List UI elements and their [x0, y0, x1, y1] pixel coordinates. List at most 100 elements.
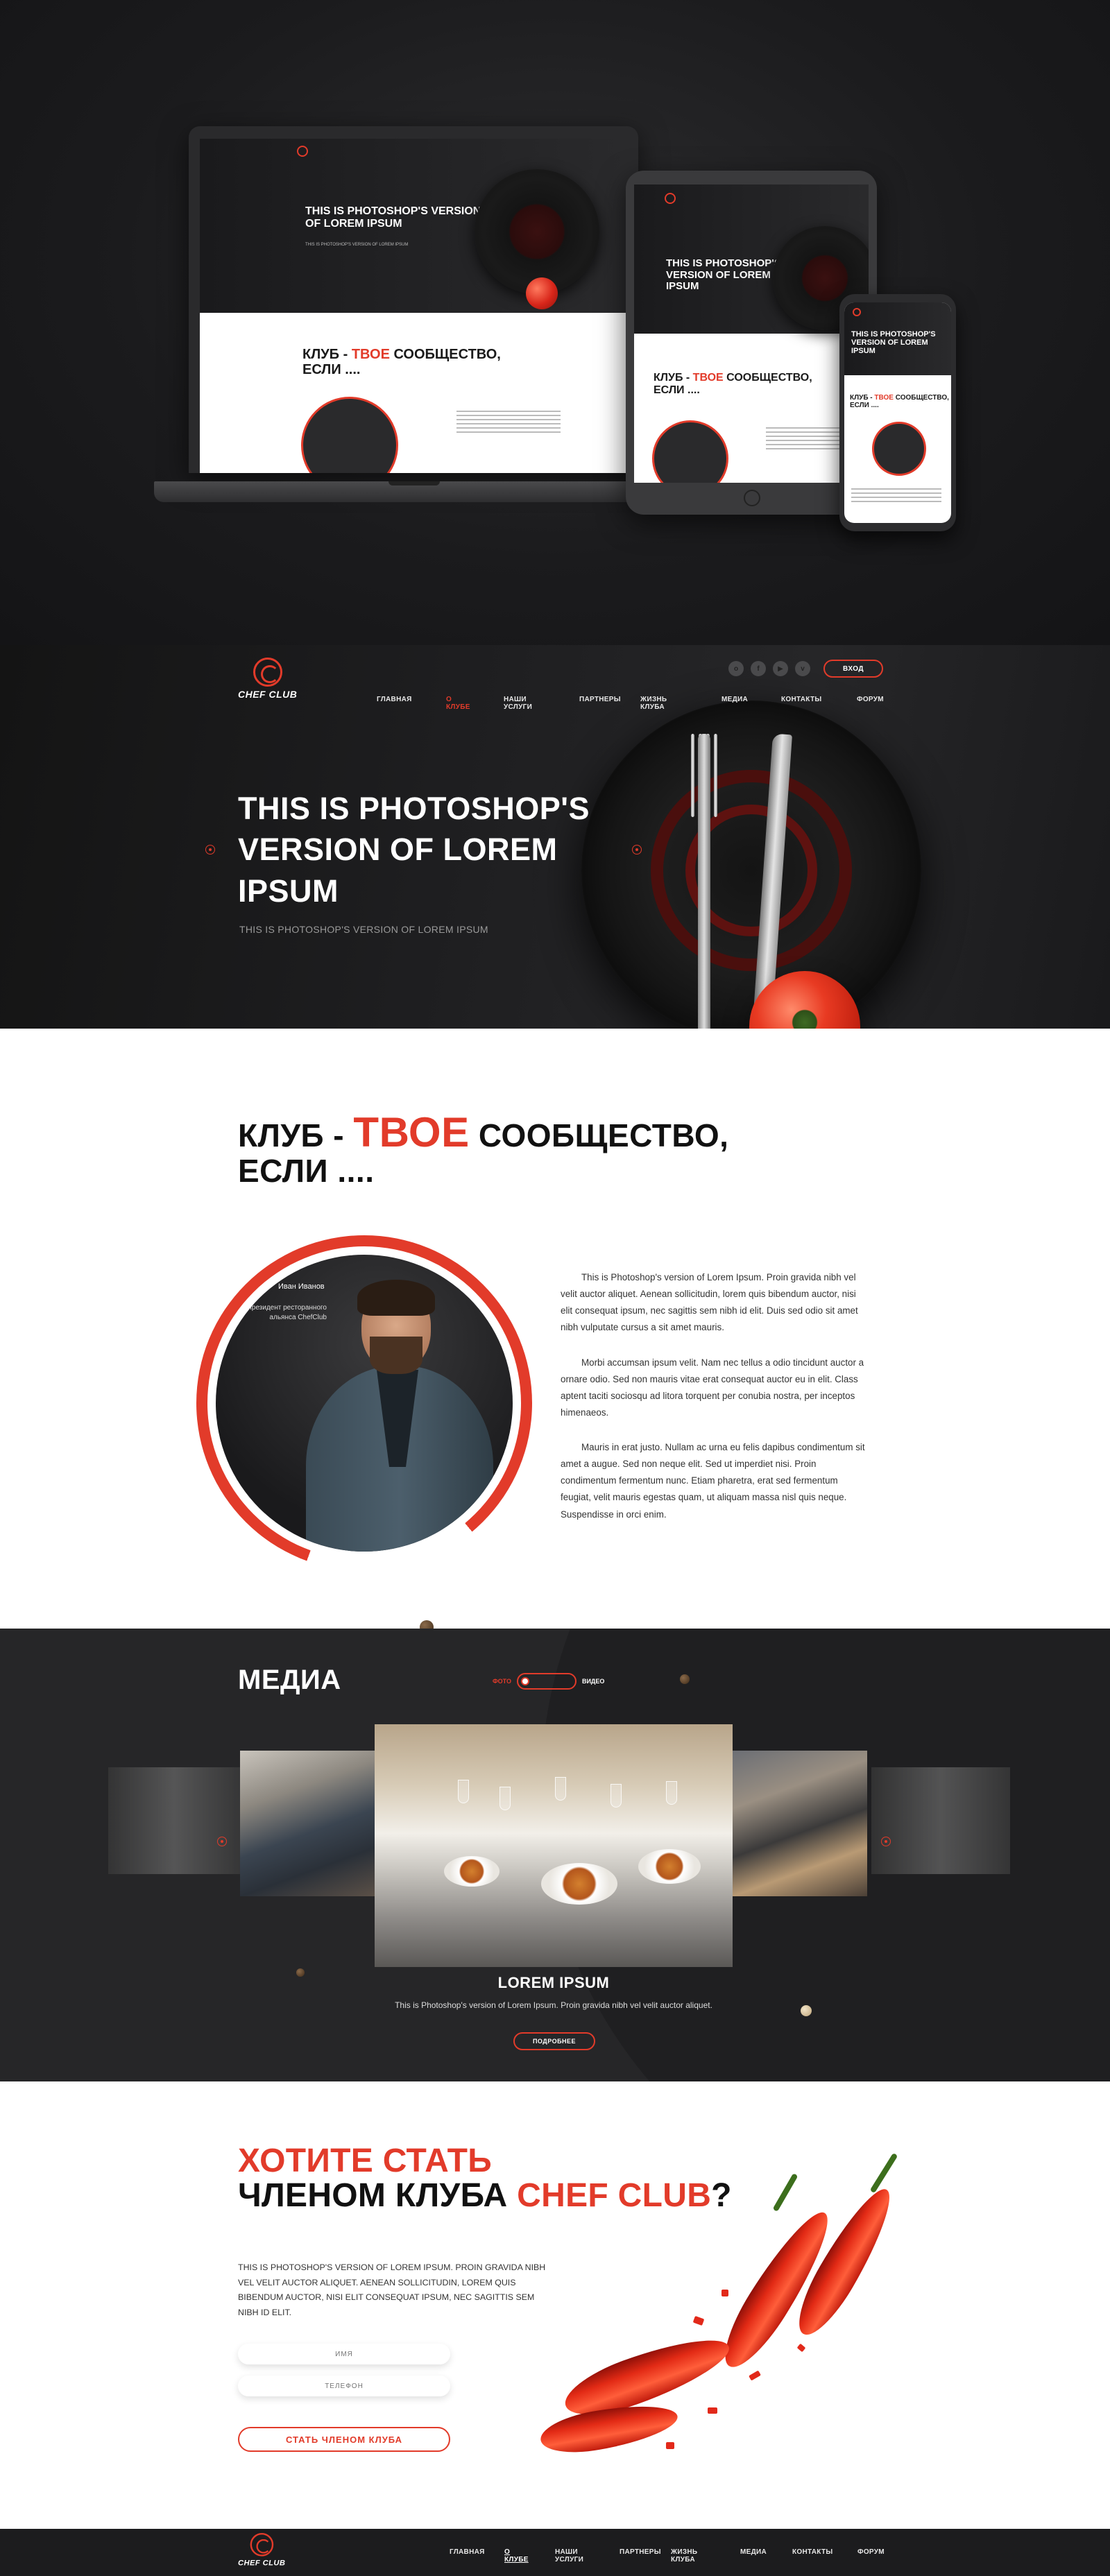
logo-icon	[253, 658, 282, 687]
laptop-logo-icon	[297, 146, 308, 157]
nav-item-forum[interactable]: ФОРУМ	[857, 696, 884, 703]
join-title-line1: ХОТИТЕ СТАТЬ	[238, 2143, 493, 2179]
media-caption-title: LOREM IPSUM	[497, 1974, 610, 1991]
name-input[interactable]	[238, 2344, 450, 2364]
phone-logo-icon	[853, 308, 861, 316]
person-beard	[370, 1337, 422, 1374]
tablet-home-button	[744, 490, 760, 506]
about-title-highlight: ТВОЕ	[353, 1109, 470, 1156]
footer-nav-about[interactable]: О КЛУБЕ	[504, 2548, 529, 2564]
media-title: МЕДИА	[238, 1665, 341, 1695]
about-title: КЛУБ - ТВОЕ СООБЩЕСТВО, ЕСЛИ ....	[238, 1110, 728, 1187]
laptop-tomato-image	[526, 277, 558, 309]
footer-nav-forum[interactable]: ФОРУМ	[857, 2548, 885, 2556]
footer-nav-media[interactable]: МЕДИА	[740, 2548, 767, 2556]
nav-item-club-life[interactable]: ЖИЗНЬ КЛУБА	[640, 696, 667, 711]
slider-next-button[interactable]	[632, 845, 642, 855]
toggle-knob	[520, 1677, 529, 1685]
more-button[interactable]: ПОДРОБНЕЕ	[513, 2032, 595, 2050]
footer-nav-partners[interactable]: ПАРТНЕРЫ	[620, 2548, 661, 2556]
fork-handle	[698, 734, 710, 1029]
footer-nav-contacts[interactable]: КОНТАКТЫ	[792, 2548, 832, 2556]
laptop-text-lines	[456, 411, 561, 436]
gallery-prev-button[interactable]	[217, 1837, 227, 1846]
footer-nav-services[interactable]: НАШИ УСЛУГИ	[555, 2548, 583, 2564]
phone-text-lines	[851, 488, 941, 505]
laptop-hero-title: THIS IS PHOTOSHOP'S VERSION OF LOREM IPS…	[305, 205, 481, 230]
toggle-switch[interactable]	[516, 1673, 577, 1690]
gallery-photo-main[interactable]	[375, 1724, 733, 1967]
login-button[interactable]: ВХОД	[823, 660, 883, 678]
nav-item-services[interactable]: НАШИ УСЛУГИ	[504, 696, 532, 711]
join-section: ХОТИТЕ СТАТЬ ЧЛЕНОМ КЛУБА CHEF CLUB? THI…	[0, 2081, 1110, 2529]
footer-nav-home[interactable]: ГЛАВНАЯ	[450, 2548, 485, 2556]
person-role: Президент ресторанного альянса ChefClub	[246, 1304, 327, 1321]
footer-nav-club-life[interactable]: ЖИЗНЬ КЛУБА	[671, 2548, 697, 2564]
gallery-photo-far-left[interactable]	[108, 1767, 240, 1874]
media-section: МЕДИА ФОТО ВИДЕО LOREM IPSUM This is Pho…	[0, 1629, 1110, 2081]
social-links: о f ▶ v	[728, 661, 810, 676]
tablet-logo-icon	[665, 193, 676, 204]
toggle-video-label[interactable]: ВИДЕО	[582, 1678, 604, 1685]
tablet-portrait	[652, 420, 728, 483]
media-type-toggle[interactable]: ФОТО ВИДЕО	[493, 1673, 604, 1690]
peppercorn-decoration	[680, 1674, 690, 1684]
nav-item-partners[interactable]: ПАРТНЕРЫ	[579, 696, 621, 703]
phone-portrait	[872, 422, 926, 476]
footer: CHEF CLUB ГЛАВНАЯ О КЛУБЕ НАШИ УСЛУГИ ПА…	[0, 2529, 1110, 2576]
join-text: THIS IS PHOTOSHOP'S VERSION OF LOREM IPS…	[238, 2262, 546, 2318]
phone-club-title: КЛУБ - ТВОЕ СООБЩЕСТВО, ЕСЛИ ....	[850, 394, 949, 409]
join-title-mark: ?	[711, 2177, 732, 2215]
tablet-screen: THIS IS PHOTOSHOP'S VERSION OF LOREM IPS…	[634, 184, 869, 483]
gallery-photo-party[interactable]	[731, 1751, 867, 1896]
odnoklassniki-icon[interactable]: о	[728, 661, 744, 676]
about-title-prefix: КЛУБ -	[238, 1117, 354, 1153]
hero-subtitle: THIS IS PHOTOSHOP'S VERSION OF LOREM IPS…	[239, 924, 488, 935]
youtube-icon[interactable]: ▶	[773, 661, 788, 676]
peppercorn-decoration	[801, 2005, 812, 2016]
nav-item-about[interactable]: О КЛУБЕ	[446, 696, 470, 711]
phone-screen: THIS IS PHOTOSHOP'S VERSION OF LOREM IPS…	[844, 302, 951, 523]
laptop-portrait	[301, 397, 398, 473]
toggle-photo-label[interactable]: ФОТО	[493, 1678, 511, 1685]
about-paragraph: Morbi accumsan ipsum velit. Nam nec tell…	[561, 1357, 864, 1418]
gallery-photo-far-right[interactable]	[871, 1767, 1010, 1874]
about-text: This is Photoshop's version of Lorem Ips…	[561, 1269, 866, 1541]
vk-icon[interactable]: v	[795, 661, 810, 676]
laptop-club-title: КЛУБ - ТВОЕ СООБЩЕСТВО, ЕСЛИ ....	[302, 347, 501, 377]
media-caption: LOREM IPSUM This is Photoshop's version …	[373, 1974, 734, 2010]
laptop-mockup: THIS IS PHOTOSHOP'S VERSION OF LOREM IPS…	[189, 126, 638, 473]
about-title-line2: ЕСЛИ ....	[238, 1153, 375, 1189]
hero-title-line: IPSUM	[238, 873, 339, 909]
media-caption-text: This is Photoshop's version of Lorem Ips…	[395, 2000, 712, 2010]
slider-prev-button[interactable]	[205, 845, 215, 855]
laptop-plate-image	[475, 169, 599, 294]
footer-logo-text: CHEF CLUB	[238, 2558, 286, 2567]
join-button[interactable]: СТАТЬ ЧЛЕНОМ КЛУБА	[238, 2427, 450, 2452]
phone-mockup: THIS IS PHOTOSHOP'S VERSION OF LOREM IPS…	[839, 294, 956, 531]
facebook-icon[interactable]: f	[751, 661, 766, 676]
phone-input[interactable]	[238, 2376, 450, 2396]
peppercorn-decoration	[296, 1968, 305, 1977]
about-paragraph: This is Photoshop's version of Lorem Ips…	[561, 1272, 858, 1333]
gallery-next-button[interactable]	[881, 1837, 891, 1846]
hero-title-line: VERSION OF LOREM	[238, 832, 558, 868]
about-title-suffix: СООБЩЕСТВО,	[469, 1117, 729, 1153]
nav-item-home[interactable]: ГЛАВНАЯ	[377, 696, 412, 703]
nav-item-contacts[interactable]: КОНТАКТЫ	[781, 696, 821, 703]
about-paragraph: Mauris in erat justo. Nullam ac urna eu …	[561, 1442, 865, 1520]
nav-item-media[interactable]: МЕДИА	[722, 696, 748, 703]
tablet-club-title: КЛУБ - ТВОЕ СООБЩЕСТВО, ЕСЛИ ....	[654, 372, 812, 396]
footer-logo[interactable]: CHEF CLUB	[238, 2533, 285, 2567]
logo-text: CHEF CLUB	[238, 689, 298, 700]
logo[interactable]: CHEF CLUB	[238, 658, 297, 700]
laptop-screen: THIS IS PHOTOSHOP'S VERSION OF LOREM IPS…	[200, 139, 627, 473]
person-name: Иван Иванов	[278, 1282, 325, 1291]
hero-section: CHEF CLUB ГЛАВНАЯ О КЛУБЕ НАШИ УСЛУГИ ПА…	[0, 645, 1110, 1029]
gallery-photo-chef[interactable]	[240, 1751, 376, 1896]
join-title-brand: CHEF CLUB	[517, 2177, 712, 2215]
hero-title: THIS IS PHOTOSHOP'S VERSION OF LOREM IPS…	[238, 788, 590, 911]
device-mockup-section: THIS IS PHOTOSHOP'S VERSION OF LOREM IPS…	[0, 0, 1110, 645]
laptop-hero-subtitle: THIS IS PHOTOSHOP'S VERSION OF LOREM IPS…	[305, 243, 409, 247]
join-title: ХОТИТЕ СТАТЬ ЧЛЕНОМ КЛУБА CHEF CLUB?	[238, 2143, 732, 2215]
